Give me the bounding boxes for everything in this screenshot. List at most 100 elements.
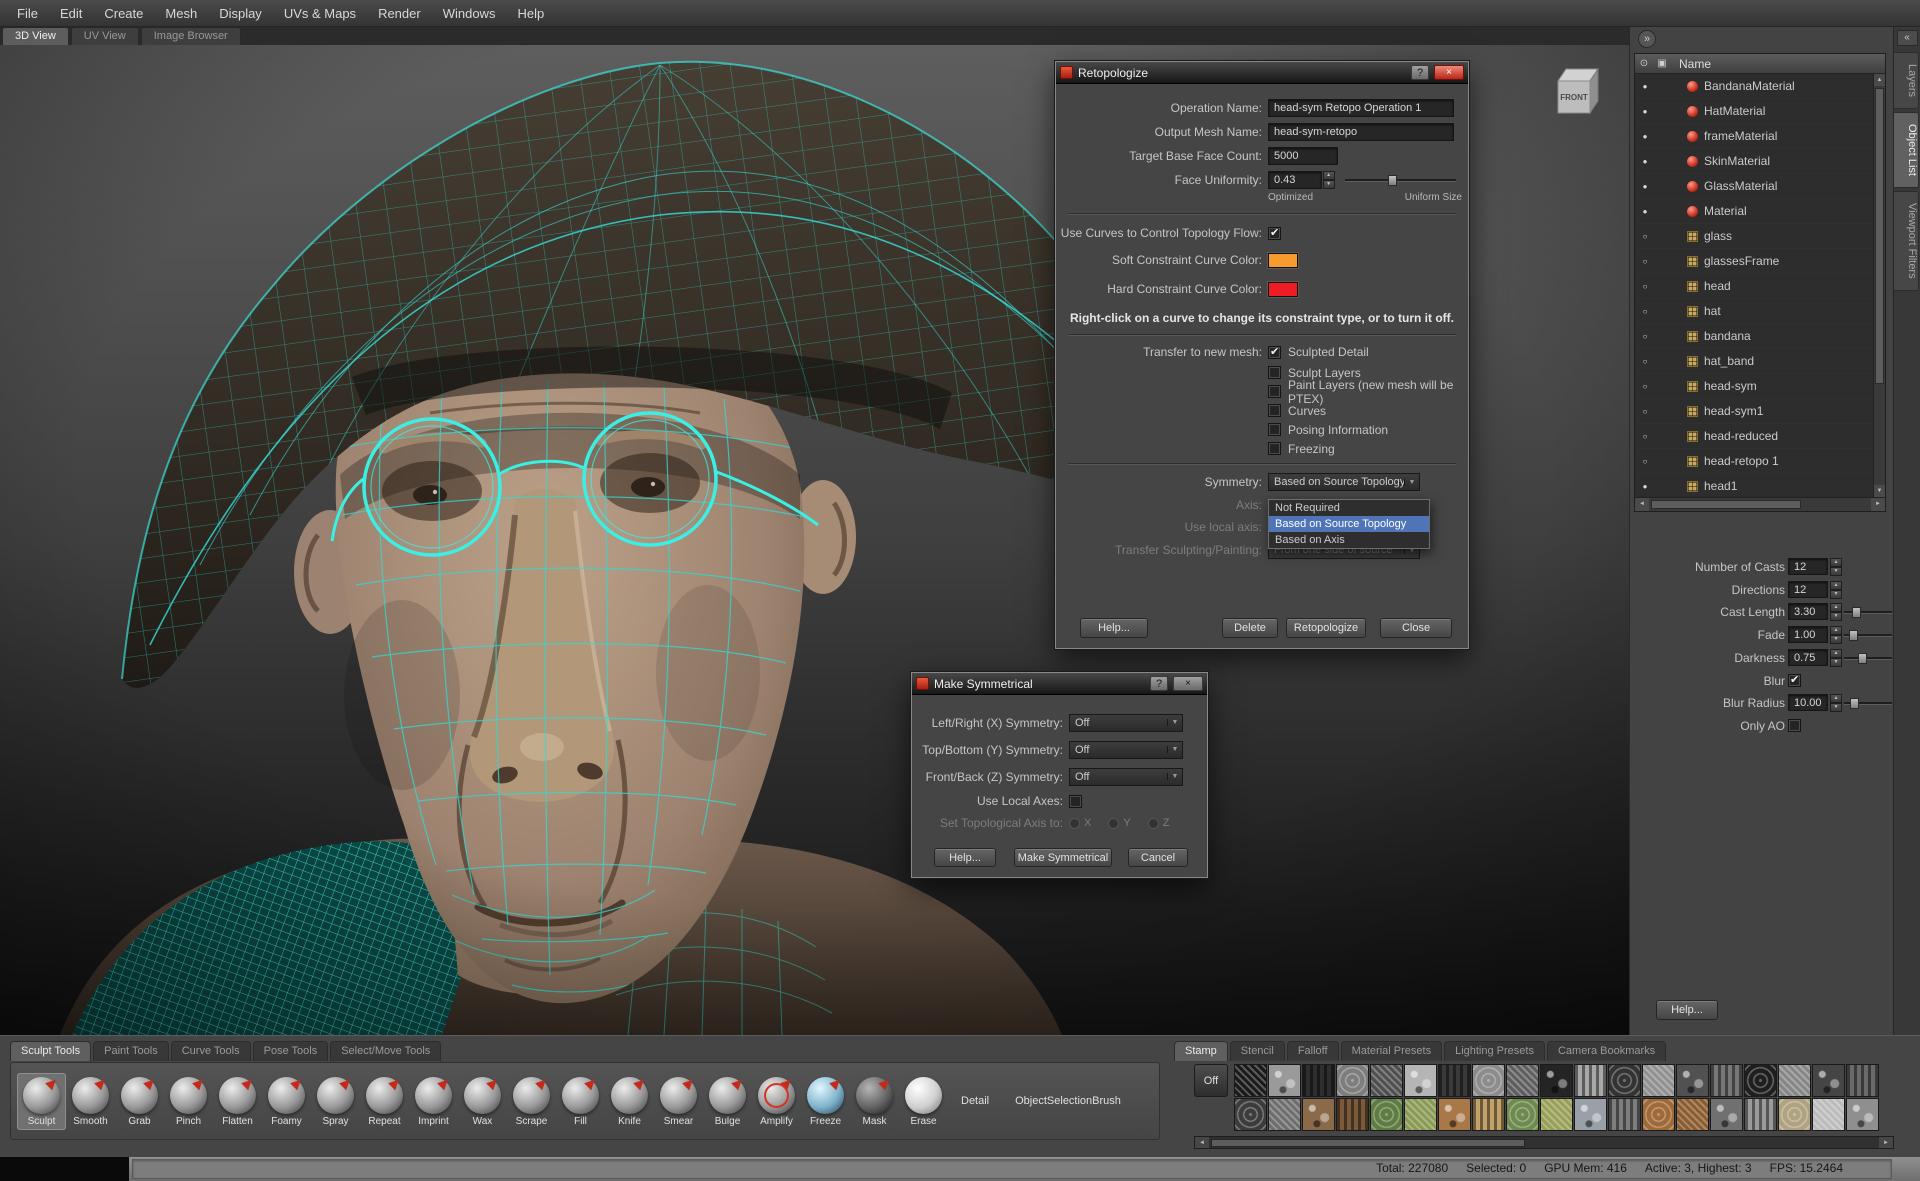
tool-sculpt[interactable]: Sculpt xyxy=(17,1072,66,1130)
close-icon[interactable]: × xyxy=(1173,676,1203,691)
symmetry-dropdown[interactable]: Off ▼ xyxy=(1069,713,1183,732)
stamp-thumbnail[interactable] xyxy=(1846,1098,1879,1131)
close-icon[interactable]: × xyxy=(1434,65,1464,80)
properties-help-button[interactable]: Help... xyxy=(1656,1000,1718,1020)
preset-tab-stamp[interactable]: Stamp xyxy=(1174,1041,1228,1061)
value-field[interactable]: 1.00 xyxy=(1788,626,1828,643)
value-field[interactable]: 12 xyxy=(1788,581,1828,598)
slider[interactable] xyxy=(1844,628,1892,642)
dialog-titlebar[interactable]: Make Symmetrical ? × xyxy=(912,673,1207,695)
slider-handle[interactable] xyxy=(1849,698,1859,709)
stamp-thumbnail[interactable] xyxy=(1472,1064,1505,1097)
tool-amplify[interactable]: Amplify xyxy=(752,1072,801,1130)
stamp-thumbnail[interactable] xyxy=(1574,1098,1607,1131)
side-tab-viewport-filters[interactable]: Viewport Filters xyxy=(1894,191,1919,291)
menu-item-windows[interactable]: Windows xyxy=(432,1,507,26)
hard-constraint-color-swatch[interactable] xyxy=(1268,281,1298,297)
scroll-right-icon[interactable]: ► xyxy=(1879,1137,1893,1148)
checkbox-blur[interactable] xyxy=(1788,673,1801,687)
stamp-thumbnail[interactable] xyxy=(1336,1064,1369,1097)
scrollbar-thumb[interactable] xyxy=(1211,1138,1526,1147)
stamp-off-button[interactable]: Off xyxy=(1194,1064,1228,1097)
tool-smear[interactable]: Smear xyxy=(654,1072,703,1130)
tool-foamy[interactable]: Foamy xyxy=(262,1072,311,1130)
delete-button[interactable]: Delete xyxy=(1222,618,1278,638)
symmetry-dropdown[interactable]: Off ▼ xyxy=(1069,740,1183,759)
tool-spray[interactable]: Spray xyxy=(311,1072,360,1130)
stamp-thumbnail[interactable] xyxy=(1438,1098,1471,1131)
uniformity-spinner[interactable]: ▲ ▼ xyxy=(1322,171,1335,189)
stamp-thumbnail[interactable] xyxy=(1302,1098,1335,1131)
stamp-thumbnail[interactable] xyxy=(1472,1098,1505,1131)
help-icon[interactable]: ? xyxy=(1411,65,1429,80)
preset-tab-stencil[interactable]: Stencil xyxy=(1229,1041,1285,1061)
soft-constraint-color-swatch[interactable] xyxy=(1268,252,1298,268)
spinner[interactable]: ▲ ▼ xyxy=(1830,603,1842,621)
dropdown-option-based-on-axis[interactable]: Based on Axis xyxy=(1269,532,1429,548)
tool-bulge[interactable]: Bulge xyxy=(703,1072,752,1130)
stamp-thumbnail[interactable] xyxy=(1302,1064,1335,1097)
stamp-thumbnail[interactable] xyxy=(1744,1064,1777,1097)
stamp-thumbnail[interactable] xyxy=(1506,1098,1539,1131)
symmetry-dropdown[interactable]: Off ▼ xyxy=(1069,767,1183,786)
cancel-button[interactable]: Cancel xyxy=(1128,848,1188,867)
tool-mask[interactable]: Mask xyxy=(850,1072,899,1130)
spinner-down-icon[interactable]: ▼ xyxy=(1830,703,1842,712)
stamp-thumbnail[interactable] xyxy=(1676,1098,1709,1131)
slider[interactable] xyxy=(1844,651,1892,665)
spinner-up-icon[interactable]: ▲ xyxy=(1830,603,1842,612)
spinner-up-icon[interactable]: ▲ xyxy=(1830,558,1842,567)
output-mesh-input[interactable]: head-sym-retopo xyxy=(1268,123,1454,141)
value-field[interactable]: 3.30 xyxy=(1788,603,1828,620)
spinner[interactable]: ▲ ▼ xyxy=(1830,694,1842,712)
checkbox-posing-information[interactable] xyxy=(1268,423,1281,436)
radio-axis-z[interactable] xyxy=(1147,817,1159,829)
stamp-thumbnail[interactable] xyxy=(1642,1098,1675,1131)
preset-tab-camera-bookmarks[interactable]: Camera Bookmarks xyxy=(1546,1041,1667,1061)
menu-item-render[interactable]: Render xyxy=(367,1,432,26)
checkbox-only-ao[interactable] xyxy=(1788,719,1801,732)
retopologize-button[interactable]: Retopologize xyxy=(1286,618,1366,638)
tool-wax[interactable]: Wax xyxy=(458,1072,507,1130)
tool-tab-curve-tools[interactable]: Curve Tools xyxy=(170,1041,251,1061)
spinner-up-icon[interactable]: ▲ xyxy=(1830,694,1842,703)
tool-freeze[interactable]: Freeze xyxy=(801,1072,850,1130)
tool-tab-paint-tools[interactable]: Paint Tools xyxy=(93,1041,169,1061)
slider-handle[interactable] xyxy=(1388,175,1398,186)
help-button[interactable]: Help... xyxy=(1080,618,1148,638)
view-cube[interactable]: FRONT xyxy=(1548,61,1602,121)
stamp-thumbnail[interactable] xyxy=(1778,1064,1811,1097)
stamp-thumbnail[interactable] xyxy=(1268,1098,1301,1131)
slider-handle[interactable] xyxy=(1858,653,1868,664)
make-symmetrical-button[interactable]: Make Symmetrical xyxy=(1014,848,1112,867)
use-local-axes-checkbox[interactable] xyxy=(1069,794,1082,808)
preset-scrollbar[interactable]: ◄ ► xyxy=(1194,1136,1894,1149)
sculpted-detail-checkbox[interactable] xyxy=(1268,345,1281,359)
stamp-thumbnail[interactable] xyxy=(1608,1064,1641,1097)
value-field[interactable]: 12 xyxy=(1788,558,1828,575)
tool-knife[interactable]: Knife xyxy=(605,1072,654,1130)
strip-collapse-button[interactable]: « xyxy=(1896,30,1918,46)
spinner-down-icon[interactable]: ▼ xyxy=(1830,590,1842,599)
uniformity-slider[interactable] xyxy=(1344,173,1456,187)
tool-objectselectionbrush[interactable]: ObjectSelectionBrush xyxy=(1002,1095,1134,1107)
dropdown-option-based-on-source-topology[interactable]: Based on Source Topology xyxy=(1269,516,1429,532)
dialog-titlebar[interactable]: Retopologize ? × xyxy=(1056,62,1468,84)
spinner[interactable]: ▲ ▼ xyxy=(1830,558,1842,576)
tool-detail[interactable]: Detail xyxy=(948,1095,1002,1107)
tool-imprint[interactable]: Imprint xyxy=(409,1072,458,1130)
stamp-thumbnail[interactable] xyxy=(1710,1064,1743,1097)
stamp-thumbnail[interactable] xyxy=(1710,1098,1743,1131)
tool-tab-select-move-tools[interactable]: Select/Move Tools xyxy=(330,1041,442,1061)
spinner[interactable]: ▲ ▼ xyxy=(1830,649,1842,667)
tool-flatten[interactable]: Flatten xyxy=(213,1072,262,1130)
scroll-left-icon[interactable]: ◄ xyxy=(1195,1137,1209,1148)
tool-scrape[interactable]: Scrape xyxy=(507,1072,556,1130)
preset-tab-falloff[interactable]: Falloff xyxy=(1286,1041,1339,1061)
tool-pinch[interactable]: Pinch xyxy=(164,1072,213,1130)
uniformity-input[interactable]: 0.43 xyxy=(1268,171,1322,189)
spinner-up-icon[interactable]: ▲ xyxy=(1322,171,1335,180)
checkbox-paint-layers-new-mesh-will-be-ptex[interactable] xyxy=(1268,385,1281,398)
slider[interactable] xyxy=(1844,696,1892,710)
slider-handle[interactable] xyxy=(1852,607,1861,618)
